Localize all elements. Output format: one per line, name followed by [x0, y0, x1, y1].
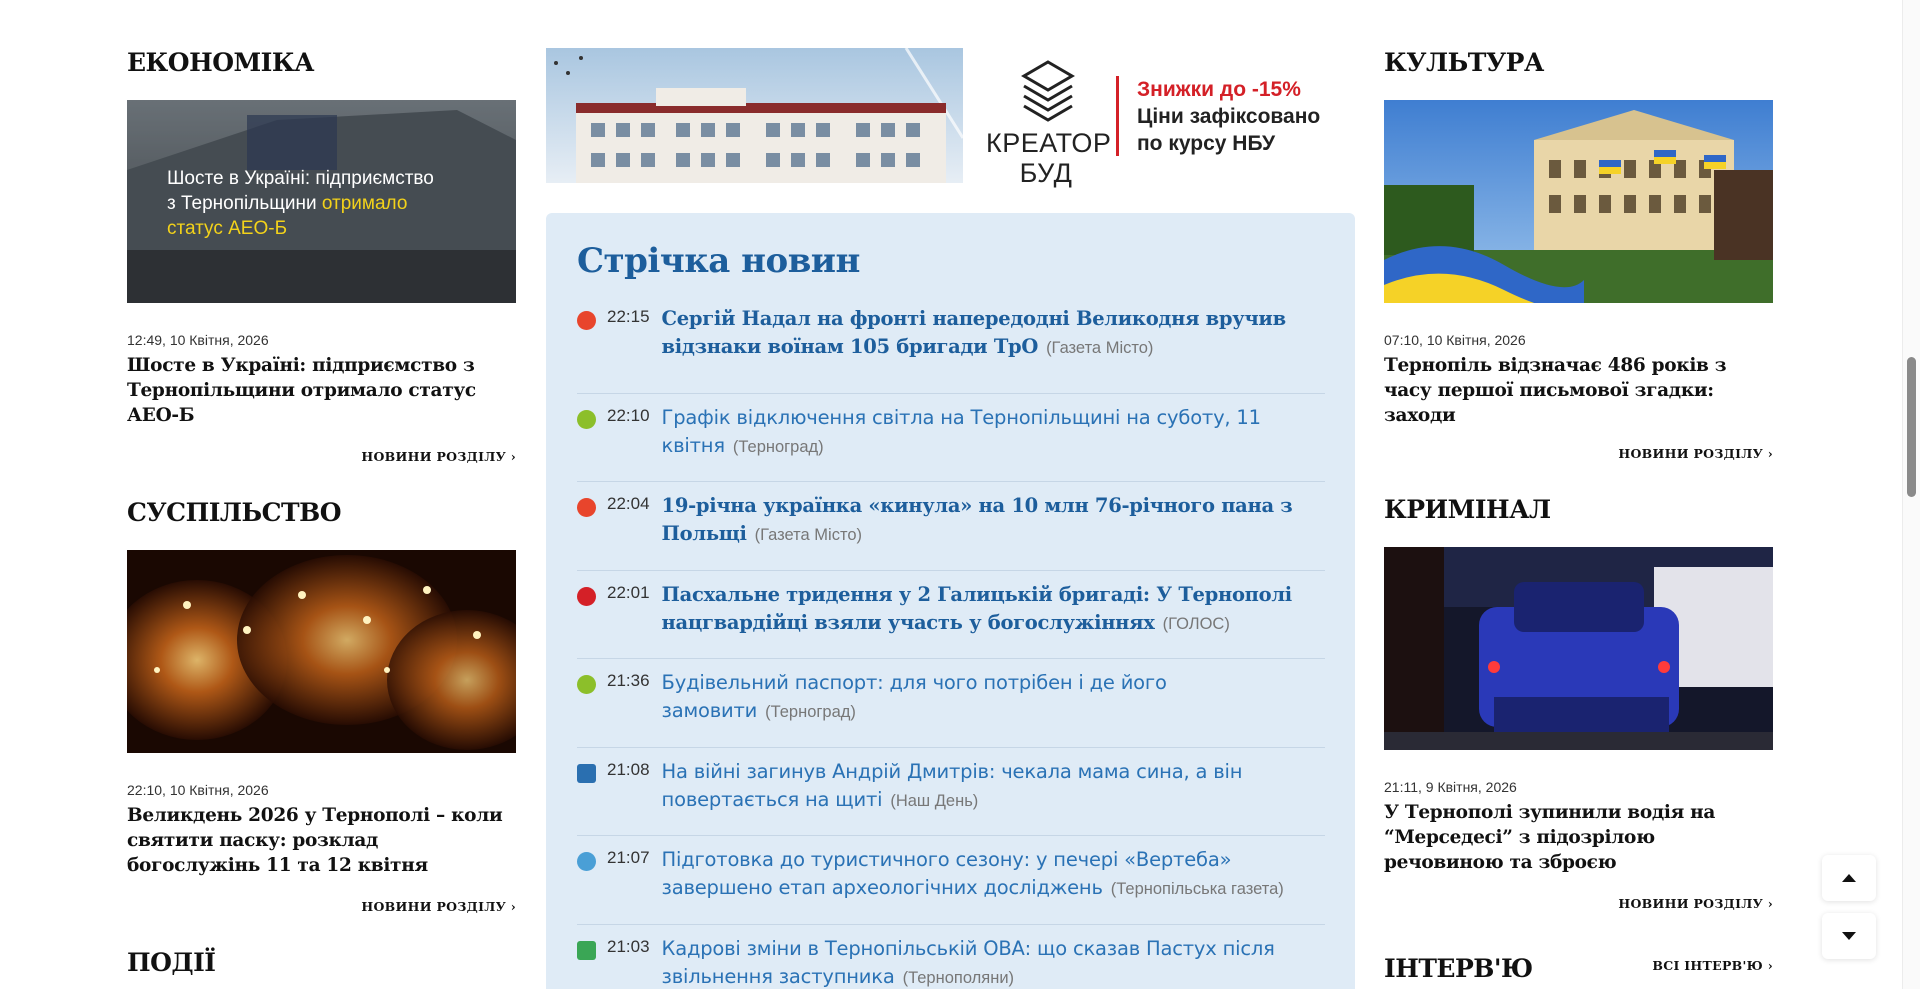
news-feed-list: 22:15 Сергій Надал на фронті напередодні … [577, 305, 1325, 989]
ad-promo-text: Знижки до -15% [1137, 78, 1301, 101]
feed-item[interactable]: 22:04 19-річна українка «кинула» на 10 мл… [577, 482, 1325, 571]
crime-article-date: 21:11, 9 Квітня, 2026 [1384, 779, 1517, 795]
section-title-society[interactable]: СУСПІЛЬСТВО [127, 498, 342, 527]
feed-item-time: 21:08 [607, 759, 650, 779]
feed-item-title[interactable]: Сергій Надал на фронті напередодні Велик… [662, 307, 1287, 358]
news-feed: Стрічка новин 22:15 Сергій Надал на фронт… [546, 213, 1355, 989]
ternohrad-icon [577, 675, 596, 694]
feed-item[interactable]: 22:10 Графік відключення світла на Терноп… [577, 394, 1325, 482]
feed-item-time: 21:07 [607, 848, 650, 867]
crime-article-headline[interactable]: У Тернополі зупинили водія на “Мерседесі… [1384, 800, 1773, 875]
ad-line-3: по курсу НБУ [1137, 132, 1276, 155]
scroll-up-button[interactable] [1822, 855, 1876, 901]
scroll-down-button[interactable] [1822, 913, 1876, 959]
feed-item-link[interactable]: Пасхальне тридення у 2 Галицькій бригаді… [662, 581, 1325, 659]
feed-item-source: (Терноград) [732, 437, 824, 456]
nash-den-icon [577, 763, 596, 783]
culture-more-link[interactable]: НОВИНИ РОЗДІЛУ › [1384, 446, 1773, 461]
economy-image-caption-highlight: отримало [321, 193, 408, 214]
page-scrollbar[interactable] [1902, 0, 1920, 989]
ad-logo-line1: КРЕАТОР [986, 128, 1112, 158]
feed-item-link[interactable]: На війні загинув Андрій Дмитрів: чекала … [662, 758, 1325, 836]
society-more-link[interactable]: НОВИНИ РОЗДІЛУ › [127, 899, 516, 914]
feed-item[interactable]: 22:01 Пасхальне тридення у 2 Галицькій бр… [577, 571, 1325, 659]
scrollbar-thumb[interactable] [1907, 357, 1916, 497]
ad-logo-text: КРЕАТОР БУД [986, 128, 1112, 188]
economy-image-caption-line1: Шосте в Україні: підприємство [167, 168, 434, 189]
feed-item-time: 22:10 [607, 405, 650, 425]
economy-image-caption-line2: з Тернопільщини [167, 193, 322, 214]
feed-item-link[interactable]: Підготовка до туристичного сезону: у печ… [662, 846, 1325, 924]
ternohrad-icon [577, 409, 596, 429]
economy-more-link[interactable]: НОВИНИ РОЗДІЛУ › [127, 449, 516, 464]
feed-item-link[interactable]: Будівельний паспорт: для чого потрібен і… [662, 669, 1325, 747]
section-title-economy[interactable]: ЕКОНОМІКА [127, 48, 314, 77]
economy-image-caption-line3: статус АЕО-Б [167, 218, 288, 239]
feed-item-source: (Газета Місто) [754, 526, 863, 544]
society-article-date: 22:10, 10 Квітня, 2026 [127, 782, 269, 798]
crime-article-image[interactable] [1384, 547, 1773, 750]
feed-item-link[interactable]: Графік відключення світла на Тернопільщи… [662, 404, 1325, 482]
ad-building-image [546, 48, 963, 183]
feed-item-link[interactable]: Сергій Надал на фронті напередодні Велик… [662, 305, 1325, 393]
society-article-headline[interactable]: Великдень 2026 у Тернополі – коли святит… [127, 803, 516, 878]
ternopoliany-icon [577, 940, 596, 960]
advertisement-banner[interactable]: КРЕАТОР БУД Знижки до -15% Ціни зафіксов… [546, 48, 1355, 188]
feed-item-time: 22:04 [607, 494, 650, 513]
crime-more-link[interactable]: НОВИНИ РОЗДІЛУ › [1384, 896, 1773, 911]
feed-item-source: (Наш День) [890, 791, 979, 810]
feed-item[interactable]: 21:07 Підготовка до туристичного сезону: … [577, 836, 1325, 925]
section-title-crime[interactable]: КРИМІНАЛ [1384, 495, 1551, 524]
section-title-events[interactable]: ПОДІЇ [127, 948, 216, 977]
arrow-up-icon [1842, 874, 1856, 882]
section-title-culture[interactable]: КУЛЬТУРА [1384, 48, 1544, 77]
feed-item-title[interactable]: Будівельний паспорт: для чого потрібен і… [662, 671, 1167, 722]
feed-item-link[interactable]: 19-річна українка «кинула» на 10 млн 76-… [662, 492, 1325, 570]
feed-item-time: 21:03 [607, 936, 650, 956]
ad-separator [1116, 76, 1119, 156]
feed-item-time: 22:15 [607, 307, 650, 326]
interview-all-link[interactable]: ВСІ ІНТЕРВ'Ю › [1384, 958, 1773, 973]
feed-item-time: 22:01 [607, 582, 650, 602]
news-feed-title[interactable]: Стрічка новин [577, 241, 1325, 281]
feed-item-source: (Тернопільська газета) [1110, 880, 1284, 898]
feed-item-time: 21:36 [607, 671, 650, 690]
feed-item-link[interactable]: Кадрові зміни в Тернопільській ОВА: що с… [662, 935, 1325, 989]
gazeta-misto-icon [577, 311, 596, 330]
ternopilska-gazeta-icon [577, 852, 596, 871]
arrow-down-icon [1842, 932, 1856, 940]
gazeta-misto-icon [577, 498, 596, 517]
ad-logo-icon [1021, 60, 1075, 122]
economy-article-headline[interactable]: Шосте в Україні: підприємство з Тернопіл… [127, 353, 516, 428]
economy-article-image[interactable]: Шосте в Україні: підприємство з Тернопіл… [127, 100, 516, 303]
feed-item[interactable]: 21:36 Будівельний паспорт: для чого потрі… [577, 659, 1325, 748]
feed-item[interactable]: 21:03 Кадрові зміни в Тернопільській ОВА:… [577, 925, 1325, 989]
ad-line-2: Ціни зафіксовано [1137, 105, 1321, 128]
culture-article-headline[interactable]: Тернопіль відзначає 486 років з часу пер… [1384, 353, 1773, 428]
culture-article-date: 07:10, 10 Квітня, 2026 [1384, 332, 1526, 348]
feed-item[interactable]: 21:08 На війні загинув Андрій Дмитрів: че… [577, 748, 1325, 836]
feed-item[interactable]: 22:15 Сергій Надал на фронті напередодні … [577, 305, 1325, 394]
culture-article-image[interactable] [1384, 100, 1773, 303]
ad-logo-line2: БУД [1019, 158, 1073, 188]
feed-item-source: (Газета Місто) [1046, 339, 1154, 357]
society-article-image[interactable] [127, 550, 516, 753]
feed-item-source: (Тернополяни) [902, 968, 1015, 987]
economy-article-date: 12:49, 10 Квітня, 2026 [127, 332, 269, 348]
holos-icon [577, 586, 596, 606]
feed-item-source: (Терноград) [765, 703, 856, 721]
feed-item-source: (ГОЛОС) [1162, 614, 1230, 633]
